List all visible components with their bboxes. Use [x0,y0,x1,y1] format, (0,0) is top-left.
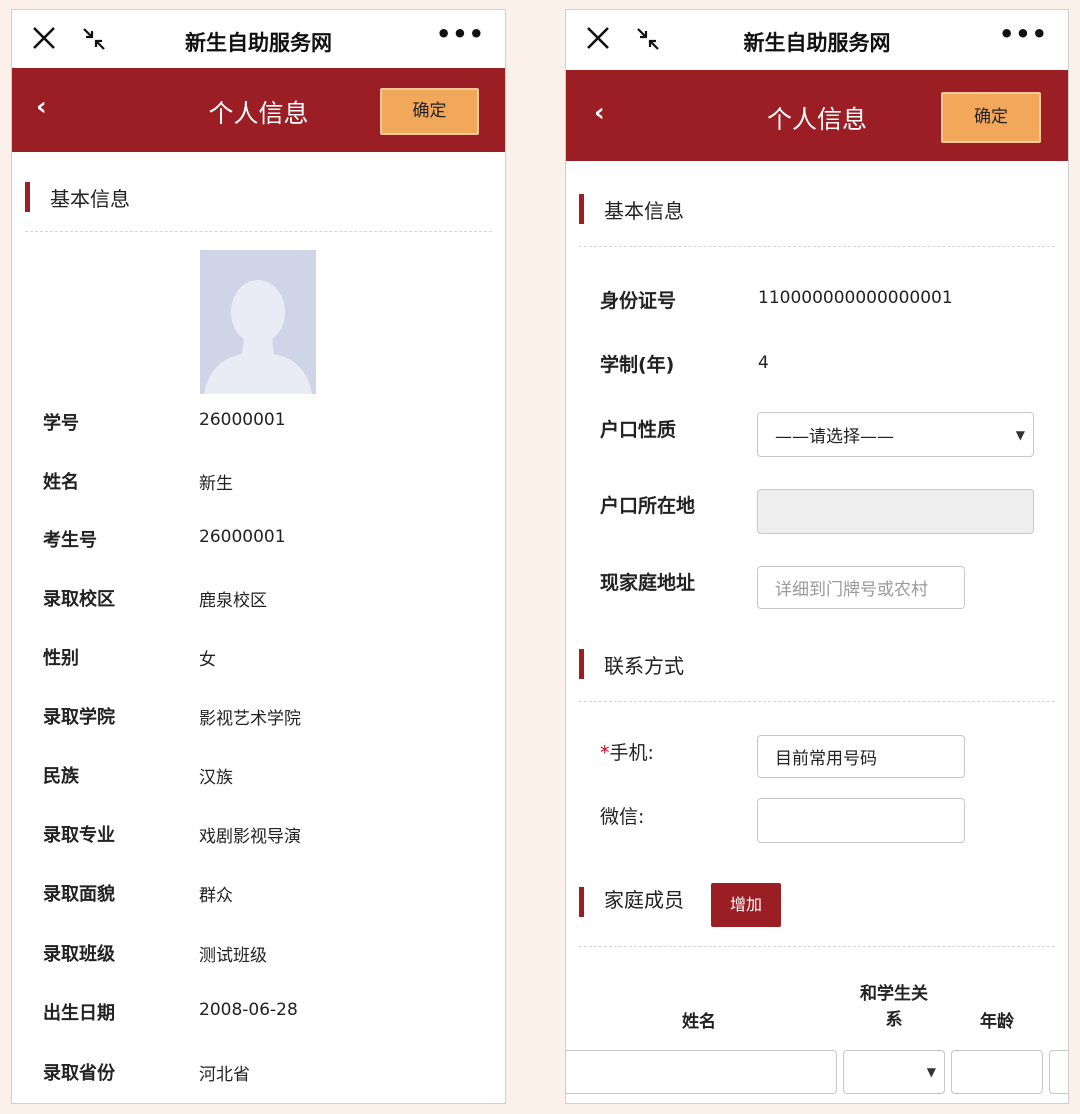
chevron-down-icon: ▼ [1015,427,1025,442]
field-label-ethnicity: 民族 [43,766,79,787]
field-label-political-status: 录取面貌 [43,884,115,905]
phone-label-text: 手机: [609,742,654,764]
table-header-name: 姓名 [682,1012,716,1032]
field-value-ethnicity: 汉族 [199,768,233,788]
field-label-class: 录取班级 [43,944,115,965]
avatar-placeholder-image [200,250,316,394]
field-label-gender: 性别 [43,648,79,669]
field-label-birthdate: 出生日期 [43,1003,115,1024]
table-header-age: 年龄 [980,1012,1014,1032]
section-title: 联系方式 [604,654,684,678]
hukou-type-selected: ——请选择—— [775,427,894,447]
field-value-exam-number: 26000001 [199,527,286,547]
wechat-title: 新生自助服务网 [743,31,891,55]
phone-input[interactable]: 目前常用号码 [757,735,965,778]
field-label-student-id: 学号 [43,413,79,434]
wechat-bar: 新生自助服务网 ••• [12,10,505,68]
section-title: 家庭成员 [604,888,684,912]
page-header: ‹ 个人信息 确定 [566,70,1068,161]
section-title: 基本信息 [50,187,130,211]
field-value-gender: 女 [199,650,216,670]
section-marker [579,194,584,224]
divider [579,246,1055,247]
table-header-relation-line1: 和学生关 [860,984,928,1004]
family-age-input[interactable] [951,1050,1043,1094]
field-label-college: 录取学院 [43,707,115,728]
home-address-label: 现家庭地址 [600,572,696,594]
right-phone-screen: 新生自助服务网 ••• ‹ 个人信息 确定 基本信息 身份证号 11000000… [565,9,1069,1104]
section-title: 基本信息 [604,199,684,223]
table-header-relation: 和学生关 系 [846,981,942,1033]
field-value-province: 河北省 [199,1065,250,1085]
field-label-province: 录取省份 [43,1063,115,1084]
duration-value: 4 [758,353,769,373]
id-number-label: 身份证号 [600,290,677,312]
phone-value: 目前常用号码 [775,749,877,769]
field-value-name: 新生 [199,474,233,494]
divider [579,946,1055,947]
duration-label: 学制(年) [600,354,675,376]
home-address-placeholder: 详细到门牌号或农村 [775,580,928,600]
field-value-birthdate: 2008-06-28 [199,1000,298,1020]
section-marker [25,182,30,212]
wechat-label: 微信: [600,806,645,828]
field-label-exam-number: 考生号 [43,530,97,551]
more-icon[interactable]: ••• [999,20,1048,48]
family-name-input[interactable] [566,1050,837,1094]
hukou-type-select[interactable]: ——请选择—— ▼ [757,412,1034,457]
left-phone-screen: 新生自助服务网 ••• ‹ 个人信息 确定 基本信息 学号 26000001 姓… [11,9,506,1104]
confirm-button[interactable]: 确定 [380,88,479,135]
family-relation-select[interactable]: ▼ [843,1050,945,1094]
home-address-input[interactable]: 详细到门牌号或农村 [757,566,965,609]
more-icon[interactable]: ••• [436,20,485,48]
field-label-name: 姓名 [43,472,79,493]
wechat-bar: 新生自助服务网 ••• [566,10,1068,68]
field-value-major: 戏剧影视导演 [199,827,301,847]
field-value-political-status: 群众 [199,886,233,906]
chevron-down-icon: ▼ [926,1065,936,1079]
family-next-column-input[interactable] [1049,1050,1068,1094]
table-header-relation-line2: 系 [885,1010,903,1030]
section-marker [579,649,584,679]
divider [579,701,1055,702]
confirm-button[interactable]: 确定 [941,92,1041,143]
hukou-location-label: 户口所在地 [600,495,696,517]
field-value-class: 测试班级 [199,946,267,966]
field-label-campus: 录取校区 [43,589,115,610]
field-value-student-id: 26000001 [199,410,286,430]
add-family-member-button[interactable]: 增加 [711,883,781,927]
wechat-input[interactable] [757,798,965,843]
hukou-location-input[interactable] [757,489,1034,534]
page-header: ‹ 个人信息 确定 [12,68,505,152]
id-number-value: 110000000000000001 [758,288,953,308]
field-value-college: 影视艺术学院 [199,709,301,729]
phone-label: *手机: [600,738,654,765]
section-marker [579,887,584,917]
field-value-campus: 鹿泉校区 [199,591,267,611]
field-label-major: 录取专业 [43,825,115,846]
required-mark: * [600,742,610,764]
divider [25,231,492,232]
wechat-title: 新生自助服务网 [185,31,332,55]
hukou-type-label: 户口性质 [600,419,677,441]
